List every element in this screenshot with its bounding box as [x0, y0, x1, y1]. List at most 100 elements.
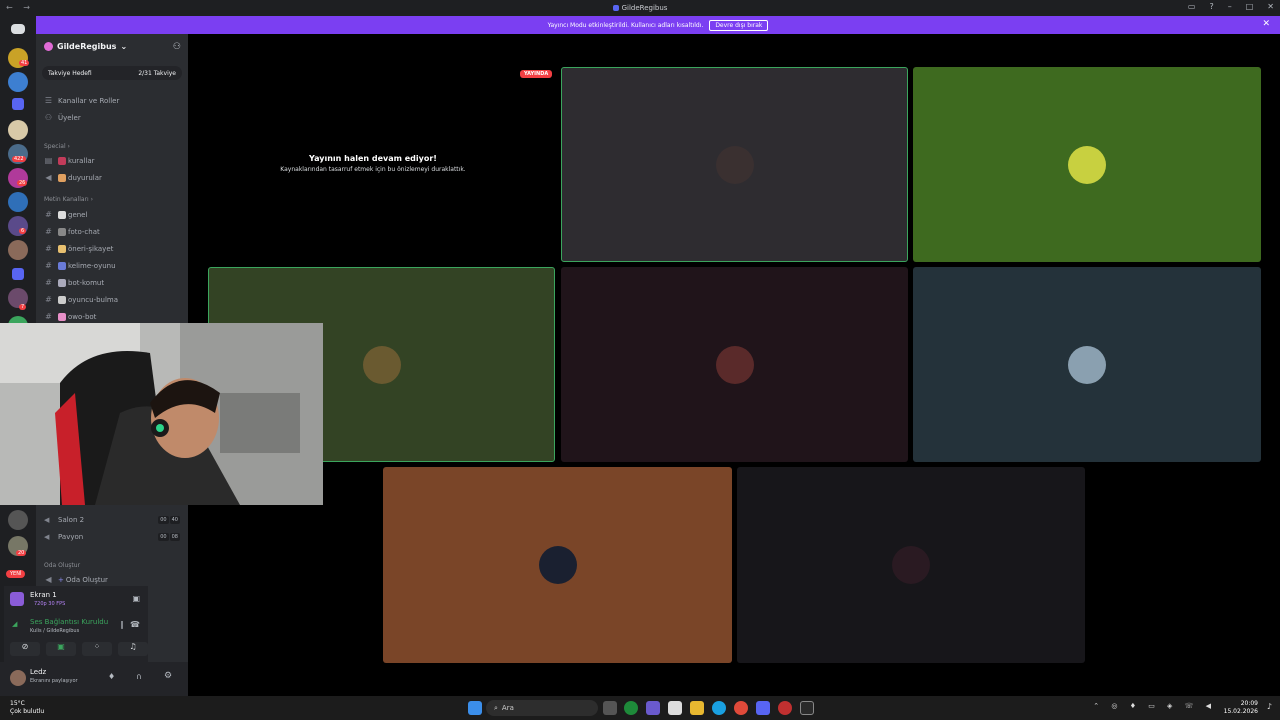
server-icon[interactable]: [8, 192, 28, 212]
avatar: [538, 546, 577, 584]
new-badge: YENİ: [6, 570, 26, 578]
channel-kurallar[interactable]: ▤ kurallar: [44, 156, 95, 165]
close-button[interactable]: ✕: [1267, 2, 1274, 11]
boost-value: 2/31 Takviye: [138, 69, 176, 77]
participant-tile[interactable]: [383, 467, 732, 663]
participant-tile[interactable]: [561, 267, 908, 462]
emoji-icon: [58, 173, 66, 182]
noise-suppression-icon[interactable]: ∥: [120, 620, 124, 629]
windows-start-icon[interactable]: [468, 701, 482, 715]
category-label: Metin Kanalları: [44, 196, 89, 203]
store-icon[interactable]: [668, 701, 682, 715]
channel-oyuncu-bulma[interactable]: # oyuncu-bulma: [44, 295, 118, 304]
discord-app-icon: [612, 5, 619, 11]
microphone-icon[interactable]: ♦: [108, 672, 115, 681]
notification-bell-icon[interactable]: ♪: [1267, 702, 1272, 711]
participant-tile[interactable]: [561, 67, 908, 262]
server-icon[interactable]: [8, 72, 28, 92]
channel-kelime-oyunu[interactable]: # kelime-oyunu: [44, 261, 115, 270]
nav-arrows[interactable]: ← →: [6, 3, 34, 12]
rules-icon: ▤: [44, 156, 53, 165]
screen-share-icon[interactable]: ▣: [46, 642, 76, 656]
settings-gear-icon[interactable]: ⚙: [164, 671, 172, 681]
folder-icon[interactable]: [12, 268, 24, 280]
teams-icon[interactable]: [646, 701, 660, 715]
room-create-channel[interactable]: ◀ + Oda Oluştur: [44, 575, 108, 584]
add-member-icon[interactable]: ⚇: [173, 42, 181, 52]
speaker-icon: ◀: [44, 516, 50, 524]
clock[interactable]: 20:09 15.02.2026: [1224, 700, 1258, 716]
headphones-icon[interactable]: ∩: [136, 672, 142, 681]
server-icon[interactable]: [8, 240, 28, 260]
window-title: GildeRegibus: [621, 4, 668, 12]
emoji-icon: [58, 156, 66, 165]
system-tray[interactable]: ⌃ ◎ ♦ ▭ ◈ ☏ ◀: [1093, 702, 1216, 710]
voice-channel-pavyon[interactable]: ◀ Pavyon 00 08: [44, 533, 180, 541]
discord-taskbar-icon[interactable]: [756, 701, 770, 715]
participant-tile[interactable]: [737, 467, 1085, 663]
live-badge: YAYINDA: [520, 70, 553, 78]
members[interactable]: ⚇ Üyeler: [44, 113, 81, 122]
category-text[interactable]: Metin Kanalları ›: [44, 196, 93, 203]
camera-off-icon[interactable]: ⊘: [10, 642, 40, 656]
inbox-icon[interactable]: ▭: [1188, 2, 1196, 11]
channel-duyurular[interactable]: ◀ duyurular: [44, 173, 101, 182]
user-limit: 00 40: [158, 516, 180, 524]
disconnect-icon[interactable]: ☎: [130, 620, 140, 629]
task-view-icon[interactable]: [603, 701, 617, 715]
emoji-icon: [58, 278, 66, 287]
server-header[interactable]: GildeRegibus ⌄: [44, 42, 127, 51]
participant-tile[interactable]: [913, 67, 1261, 262]
chrome-icon[interactable]: [734, 701, 748, 715]
channel-genel[interactable]: # genel: [44, 210, 87, 219]
channel-owo-bot[interactable]: # owo-bot: [44, 312, 96, 321]
soundboard-icon[interactable]: ♫: [118, 642, 148, 656]
avatar[interactable]: [10, 670, 26, 686]
banner-close-icon[interactable]: ✕: [1262, 19, 1270, 29]
help-icon[interactable]: ?: [1209, 2, 1213, 11]
channel-label: oyuncu-bulma: [68, 295, 119, 304]
folder-icon[interactable]: [12, 98, 24, 110]
weather-widget[interactable]: 15°C Çok bulutlu: [10, 700, 44, 716]
speaker-icon: ◀: [45, 575, 52, 584]
minimize-button[interactable]: –: [1228, 2, 1232, 11]
channel-oneri-sikayet[interactable]: # öneri-şikayet: [44, 244, 113, 253]
activities-icon[interactable]: ⁘: [82, 642, 112, 656]
disable-streamer-mode-button[interactable]: Devre dışı bırak: [709, 19, 769, 31]
app-icon[interactable]: [624, 701, 638, 715]
boost-goal-bar[interactable]: Takviye Hedefi 2/31 Takviye: [42, 66, 182, 80]
webcam-image: [0, 323, 323, 505]
channels-and-roles[interactable]: ☰ Kanallar ve Roller: [44, 96, 119, 105]
file-explorer-icon[interactable]: [690, 701, 704, 715]
channel-label: bot-komut: [68, 278, 105, 287]
chevron-down-icon: ⌄: [120, 42, 128, 51]
members-icon: ⚇: [44, 113, 53, 122]
unread-badge: 26: [17, 180, 28, 186]
webcam-overlay: [0, 323, 323, 505]
server-icon[interactable]: [8, 120, 28, 140]
server-icon[interactable]: [8, 510, 28, 530]
channel-label: öneri-şikayet: [68, 244, 114, 253]
channel-label: Oda Oluştur: [65, 575, 108, 584]
hash-icon: #: [45, 210, 52, 219]
avatar: [715, 145, 754, 184]
voice-channel-salon-2[interactable]: ◀ Salon 2 00 40: [44, 516, 180, 524]
unread-badge: 6: [19, 228, 27, 234]
stop-share-icon[interactable]: ▣: [132, 594, 140, 603]
edge-icon[interactable]: [712, 701, 726, 715]
voice-connected-label[interactable]: Ses Bağlantısı Kuruldu: [30, 618, 108, 626]
channel-bot-komut[interactable]: # bot-komut: [44, 278, 104, 287]
category-special[interactable]: Special ›: [44, 143, 70, 150]
voice-status-panel: ◢ Ses Bağlantısı Kuruldu Kulis / GildeRe…: [4, 614, 148, 662]
category-room-create[interactable]: Oda Oluştur: [44, 562, 80, 569]
taskbar-search[interactable]: ⌕ Ara: [486, 700, 598, 716]
voice-channel-path[interactable]: Kulis / GildeRegibus: [30, 628, 79, 634]
app-icon[interactable]: [778, 701, 792, 715]
channel-foto-chat[interactable]: # foto-chat: [44, 227, 100, 236]
participant-tile[interactable]: [913, 267, 1261, 462]
obs-icon[interactable]: [800, 701, 814, 715]
discord-home-icon[interactable]: [11, 24, 25, 34]
title-bar: ← → GildeRegibus ▭ ? – □ ✕: [0, 0, 1280, 16]
user-limit: 00 08: [158, 533, 180, 541]
maximize-button[interactable]: □: [1246, 2, 1254, 11]
